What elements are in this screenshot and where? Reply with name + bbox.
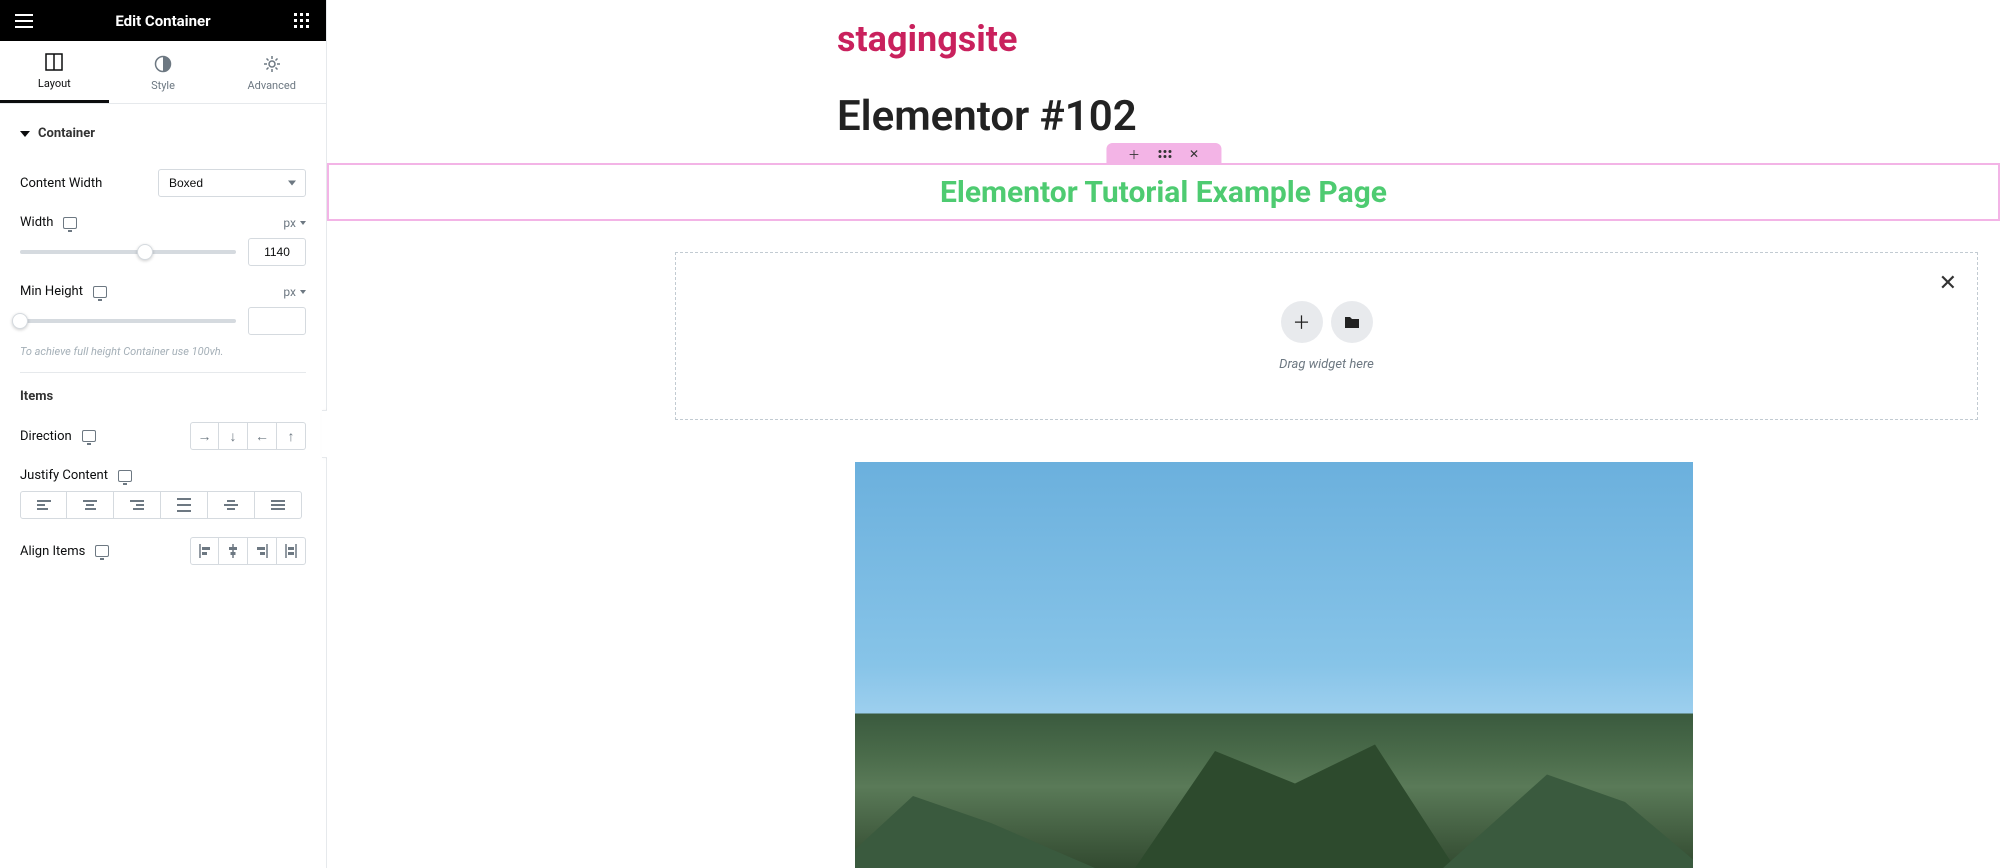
empty-drop-zone[interactable]: ✕ ＋ Drag widget here xyxy=(675,252,1978,420)
sidebar-header: Edit Container xyxy=(0,0,326,41)
sidebar-title: Edit Container xyxy=(34,12,292,30)
width-slider-row xyxy=(20,238,306,266)
align-stretch-button[interactable] xyxy=(277,537,306,565)
content-width-select-wrap xyxy=(158,169,306,197)
control-align-items: Align Items xyxy=(20,537,306,565)
align-center-icon xyxy=(226,544,240,558)
caret-down-icon xyxy=(20,131,30,137)
arrow-down-icon: ↓ xyxy=(230,428,237,445)
min-height-label: Min Height xyxy=(20,284,83,299)
device-desktop-icon[interactable] xyxy=(95,545,109,557)
image-widget[interactable] xyxy=(855,462,1693,868)
apps-icon[interactable] xyxy=(292,11,312,31)
justify-space-between-icon xyxy=(177,498,191,512)
direction-buttons: → ↓ ← ↑ xyxy=(190,422,306,450)
justify-label: Justify Content xyxy=(20,468,108,483)
control-justify-content: Justify Content xyxy=(20,468,306,483)
device-desktop-icon[interactable] xyxy=(93,286,107,298)
width-unit-select[interactable]: px xyxy=(283,216,306,230)
justify-space-evenly-icon xyxy=(271,500,285,510)
justify-end-button[interactable] xyxy=(114,491,161,519)
control-direction: Direction → ↓ ← ↑ xyxy=(20,422,306,450)
arrow-left-icon: ← xyxy=(255,428,269,445)
arrow-up-icon: ↑ xyxy=(288,428,295,445)
panel-body: Container Content Width Width px xyxy=(0,104,326,868)
align-start-button[interactable] xyxy=(190,537,219,565)
template-library-button[interactable] xyxy=(1331,301,1373,343)
section-container-toggle[interactable]: Container xyxy=(20,116,306,151)
editor-canvas: stagingsite Elementor #102 ＋ ✕ Elementor… xyxy=(327,0,2000,868)
chevron-down-icon xyxy=(300,221,306,225)
justify-end-icon xyxy=(130,500,144,510)
direction-row-button[interactable]: → xyxy=(190,422,219,450)
section-container-label: Container xyxy=(38,126,95,141)
min-height-unit-select[interactable]: px xyxy=(283,285,306,299)
min-height-slider[interactable] xyxy=(20,319,236,323)
align-end-icon xyxy=(255,544,269,558)
width-slider[interactable] xyxy=(20,250,236,254)
width-input[interactable] xyxy=(248,238,306,266)
device-desktop-icon[interactable] xyxy=(63,217,77,229)
chevron-down-icon xyxy=(300,290,306,294)
drop-zone-text: Drag widget here xyxy=(1279,357,1374,372)
justify-center-button[interactable] xyxy=(67,491,114,519)
justify-space-around-icon xyxy=(224,500,238,510)
control-content-width: Content Width xyxy=(20,169,306,197)
add-section-icon[interactable]: ＋ xyxy=(1128,146,1140,163)
justify-start-icon xyxy=(37,500,51,510)
justify-start-button[interactable] xyxy=(20,491,67,519)
items-section-label: Items xyxy=(20,389,306,404)
tab-advanced-label: Advanced xyxy=(247,79,295,92)
direction-row-reverse-button[interactable]: ← xyxy=(248,422,277,450)
justify-space-between-button[interactable] xyxy=(161,491,208,519)
site-title[interactable]: stagingsite xyxy=(837,18,1017,60)
tab-layout-label: Layout xyxy=(38,77,71,90)
min-height-input[interactable] xyxy=(248,307,306,335)
tab-style-label: Style xyxy=(151,79,175,92)
device-desktop-icon[interactable] xyxy=(118,470,132,482)
justify-space-evenly-button[interactable] xyxy=(255,491,302,519)
direction-column-reverse-button[interactable]: ↑ xyxy=(277,422,306,450)
align-items-label: Align Items xyxy=(20,544,85,559)
selected-container[interactable]: ＋ ✕ Elementor Tutorial Example Page xyxy=(327,163,2000,221)
content-width-select[interactable] xyxy=(158,169,306,197)
justify-space-around-button[interactable] xyxy=(208,491,255,519)
min-height-slider-thumb[interactable] xyxy=(12,313,28,329)
align-stretch-icon xyxy=(284,544,298,558)
page-title: Elementor #102 xyxy=(837,92,1137,141)
editor-tabs: Layout Style Advanced xyxy=(0,41,326,104)
control-width: Width px xyxy=(20,215,306,230)
justify-buttons xyxy=(20,491,306,519)
align-center-button[interactable] xyxy=(219,537,248,565)
tab-layout[interactable]: Layout xyxy=(0,41,109,103)
heading-widget[interactable]: Elementor Tutorial Example Page xyxy=(940,175,1387,210)
arrow-right-icon: → xyxy=(198,428,212,445)
direction-label: Direction xyxy=(20,429,72,444)
min-height-slider-row xyxy=(20,307,306,335)
close-icon[interactable]: ✕ xyxy=(1939,271,1957,296)
control-min-height: Min Height px xyxy=(20,284,306,299)
device-desktop-icon[interactable] xyxy=(82,430,96,442)
delete-section-icon[interactable]: ✕ xyxy=(1189,147,1199,161)
menu-icon[interactable] xyxy=(14,11,34,31)
drop-zone-buttons: ＋ xyxy=(1281,301,1373,343)
width-label: Width xyxy=(20,215,53,230)
add-widget-button[interactable]: ＋ xyxy=(1281,301,1323,343)
align-end-button[interactable] xyxy=(248,537,277,565)
min-height-help-text: To achieve full height Container use 100… xyxy=(20,345,306,373)
editor-sidebar: Edit Container Layout Style Advanced C xyxy=(0,0,327,868)
width-unit-label: px xyxy=(283,216,296,230)
tab-advanced[interactable]: Advanced xyxy=(217,41,326,103)
min-height-unit-label: px xyxy=(283,285,296,299)
align-start-icon xyxy=(198,544,212,558)
container-handle: ＋ ✕ xyxy=(1106,143,1221,165)
direction-column-button[interactable]: ↓ xyxy=(219,422,248,450)
align-items-buttons xyxy=(190,537,306,565)
folder-icon xyxy=(1344,315,1360,329)
tab-style[interactable]: Style xyxy=(109,41,218,103)
justify-center-icon xyxy=(83,500,97,510)
content-width-label: Content Width xyxy=(20,176,102,191)
drag-handle-icon[interactable] xyxy=(1158,150,1171,158)
width-slider-thumb[interactable] xyxy=(137,244,153,260)
